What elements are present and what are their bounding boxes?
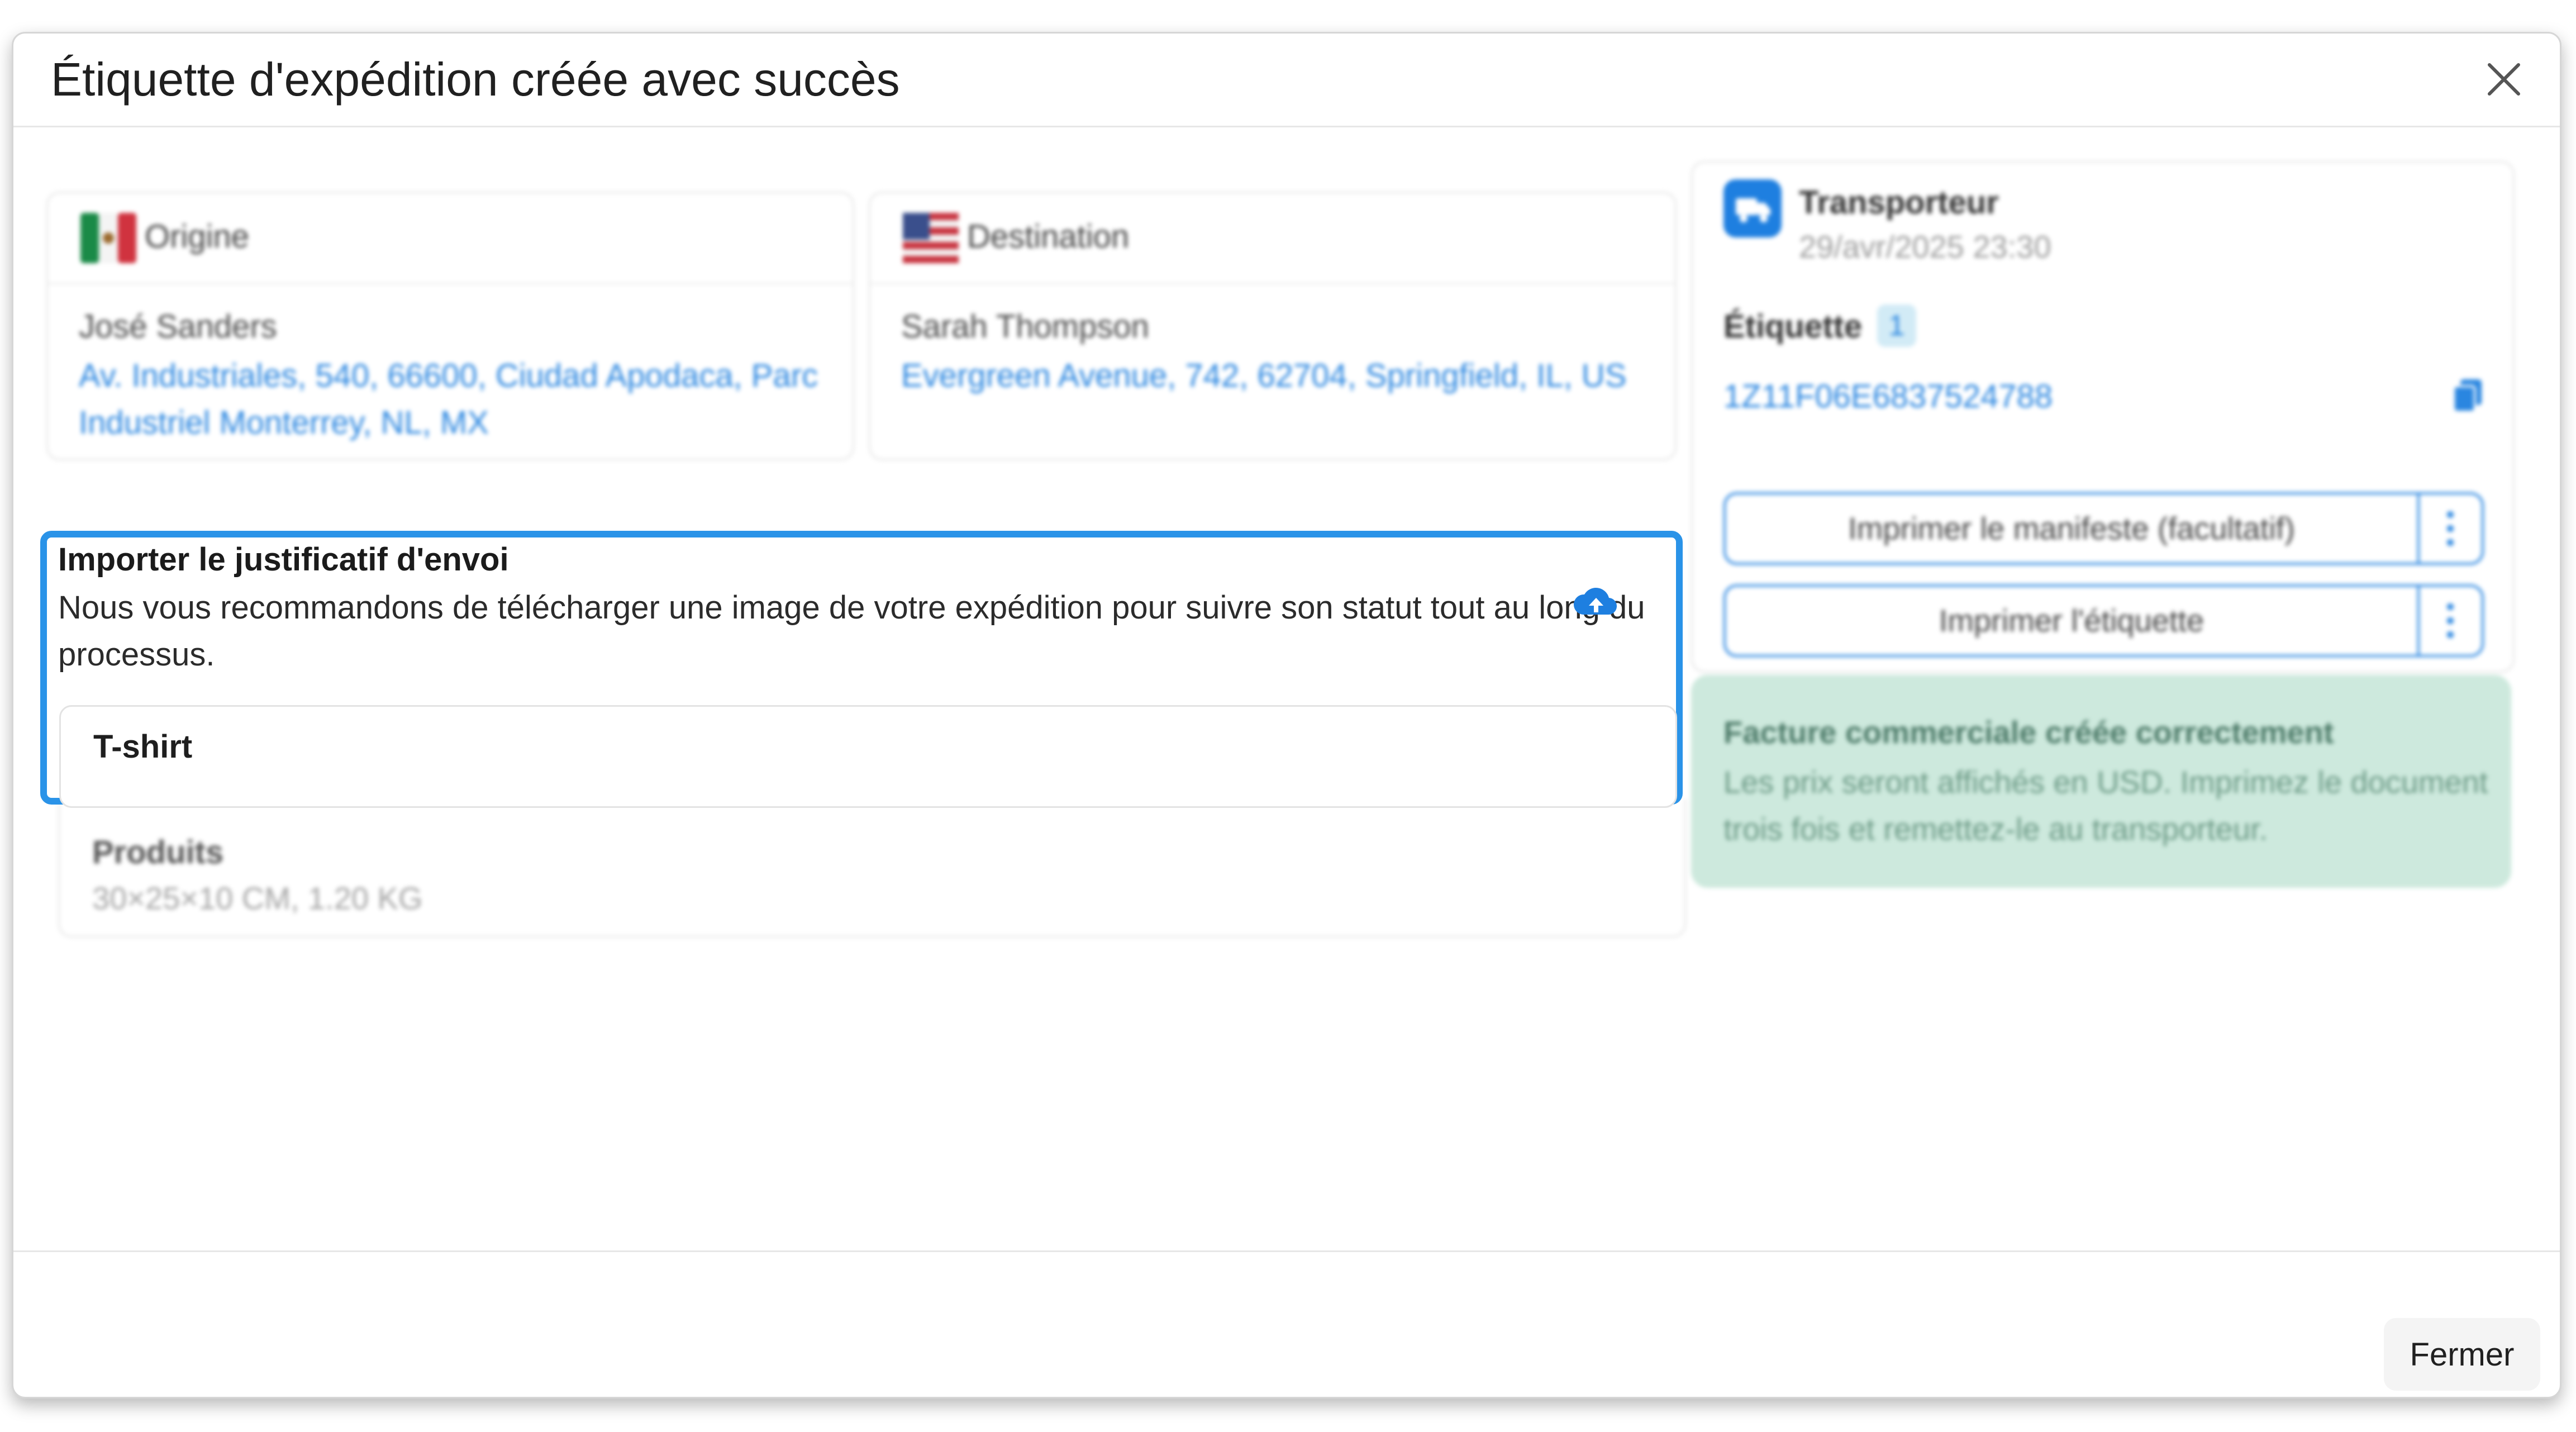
print-manifest-button[interactable]: Imprimer le manifeste (facultatif) (1726, 494, 2420, 563)
shipping-label-modal: Étiquette d'expédition créée avec succès… (12, 32, 2561, 1398)
mexico-flag-icon (80, 213, 136, 263)
upload-item-row: T-shirt (59, 705, 1677, 808)
destination-address: Evergreen Avenue, 742, 62704, Springfiel… (901, 358, 1627, 394)
upload-item-name: T-shirt (93, 729, 193, 765)
destination-label: Destination (967, 218, 1130, 255)
carrier-date: 29/avr/2025 23:30 (1799, 229, 2051, 264)
print-label-more-button[interactable] (2419, 587, 2482, 655)
products-dimensions: 30×25×10 CM, 1.20 KG (92, 881, 423, 916)
origin-name: José Sanders (79, 308, 277, 345)
upload-proof-section: Importer le justificatif d'envoi Nous vo… (40, 531, 1683, 808)
destination-card: Destination Sarah Thompson Evergreen Ave… (869, 192, 1677, 460)
label-count-badge: 1 (1877, 305, 1916, 347)
more-vertical-icon (2447, 511, 2454, 546)
copy-icon[interactable] (2448, 375, 2488, 415)
origin-card-header: Origine (48, 193, 853, 284)
origin-address: Av. Industriales, 540, 66600, Ciudad Apo… (79, 358, 818, 441)
upload-proof-title: Importer le justificatif d'envoi (58, 541, 509, 578)
print-manifest-more-button[interactable] (2419, 494, 2482, 563)
footer-divider (13, 1250, 2560, 1252)
close-button[interactable] (2482, 57, 2526, 102)
print-manifest-split-button: Imprimer le manifeste (facultatif) (1723, 492, 2484, 565)
upload-proof-description: Nous vous recommandons de télécharger un… (58, 589, 1645, 673)
origin-card: Origine José Sanders Av. Industriales, 5… (46, 192, 854, 460)
products-card: Produits 30×25×10 CM, 1.20 KG (58, 799, 1686, 938)
destination-card-header: Destination (870, 193, 1675, 284)
cloud-upload-icon[interactable] (1571, 578, 1621, 628)
close-footer-button[interactable]: Fermer (2384, 1318, 2540, 1391)
close-icon (2488, 63, 2520, 96)
destination-name: Sarah Thompson (901, 308, 1149, 345)
products-title: Produits (92, 834, 224, 870)
tracking-number-link[interactable]: 1Z11F06E6837524788 (1723, 378, 2053, 415)
label-title: Étiquette (1723, 308, 1863, 345)
invoice-success-title: Facture commerciale créée correctement (1723, 715, 2334, 750)
modal-title: Étiquette d'expédition créée avec succès (51, 53, 900, 106)
modal-header: Étiquette d'expédition créée avec succès (13, 34, 2560, 127)
print-label-split-button: Imprimer l'étiquette (1723, 584, 2484, 657)
origin-label: Origine (145, 218, 249, 255)
usa-flag-icon (903, 213, 959, 263)
print-label-button[interactable]: Imprimer l'étiquette (1726, 587, 2420, 655)
carrier-card: Transporteur 29/avr/2025 23:30 Étiquette… (1691, 161, 2515, 673)
truck-icon (1723, 179, 1782, 237)
invoice-success-text: Les prix seront affichés en USD. Imprime… (1723, 764, 2488, 846)
more-vertical-icon (2447, 603, 2454, 638)
carrier-name: Transporteur (1799, 184, 1999, 221)
invoice-success-alert: Facture commerciale créée correctement L… (1691, 675, 2511, 888)
